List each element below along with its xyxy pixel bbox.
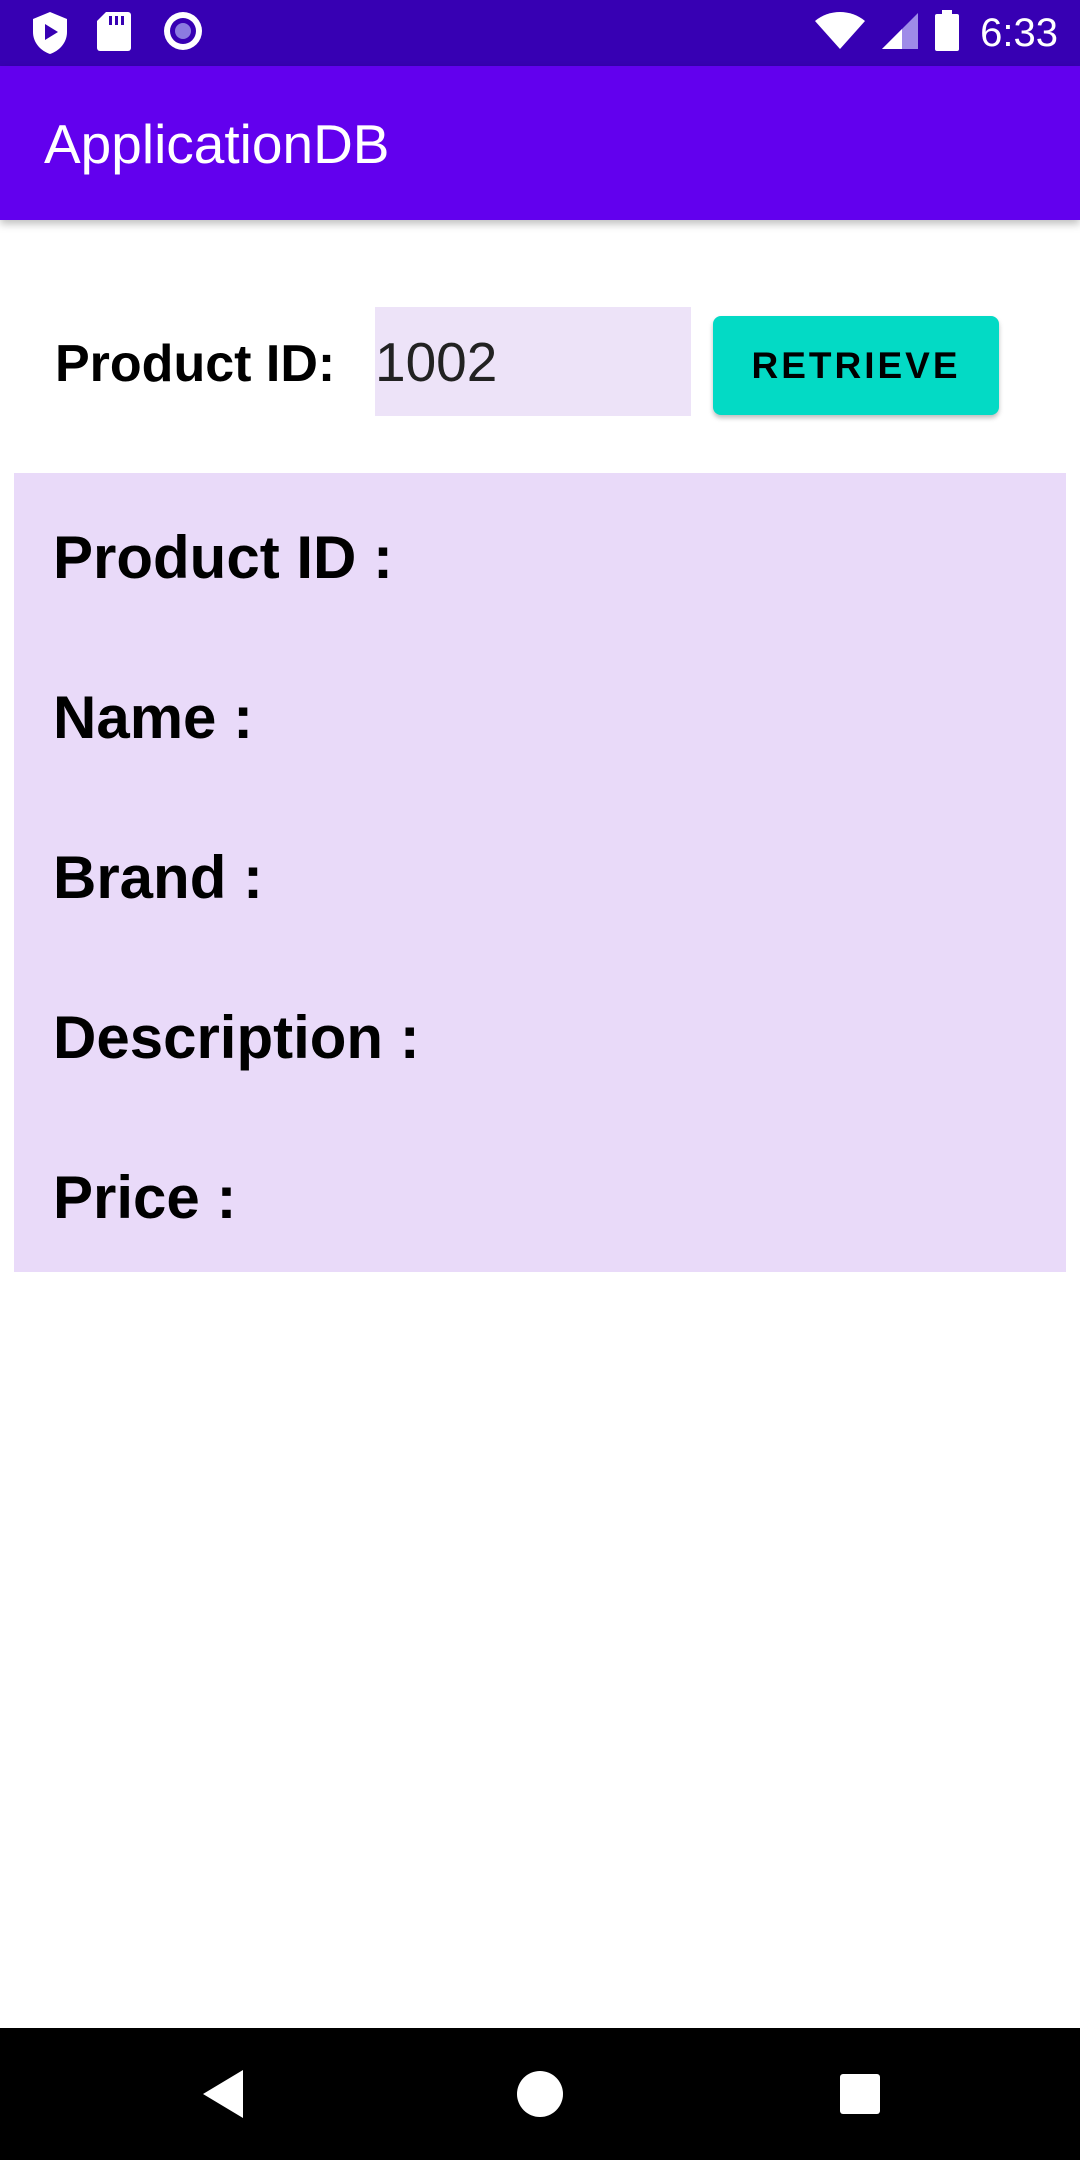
sd-card-icon — [96, 10, 142, 56]
record-icon — [162, 10, 208, 56]
status-right-icons: 6:33 — [800, 0, 1058, 66]
shield-play-icon — [30, 10, 76, 56]
battery-icon — [934, 9, 960, 57]
product-id-input[interactable] — [375, 307, 691, 416]
cell-signal-icon — [880, 11, 920, 56]
app-bar: ApplicationDB — [0, 66, 1080, 220]
navigation-bar — [0, 2028, 1080, 2160]
recents-icon[interactable] — [824, 2058, 896, 2130]
status-time: 6:33 — [980, 10, 1058, 55]
back-icon[interactable] — [186, 2058, 258, 2130]
status-left-icons — [30, 10, 228, 56]
wifi-icon — [814, 11, 866, 56]
result-price-label: Price : — [53, 1164, 237, 1231]
result-description-label: Description : — [53, 1004, 420, 1071]
status-bar: 6:33 — [0, 0, 1080, 66]
product-id-query-label: Product ID: — [55, 335, 336, 393]
screen: 6:33 ApplicationDB Product ID: RETRIEVE … — [0, 0, 1080, 2160]
result-name-label: Name : — [53, 684, 254, 751]
result-brand-label: Brand : — [53, 844, 263, 911]
result-product-id-label: Product ID : — [53, 524, 393, 591]
retrieve-button[interactable]: RETRIEVE — [713, 316, 999, 415]
home-icon[interactable] — [504, 2058, 576, 2130]
result-panel: Product ID : Name : Brand : Description … — [14, 473, 1066, 1272]
app-title: ApplicationDB — [44, 113, 390, 175]
